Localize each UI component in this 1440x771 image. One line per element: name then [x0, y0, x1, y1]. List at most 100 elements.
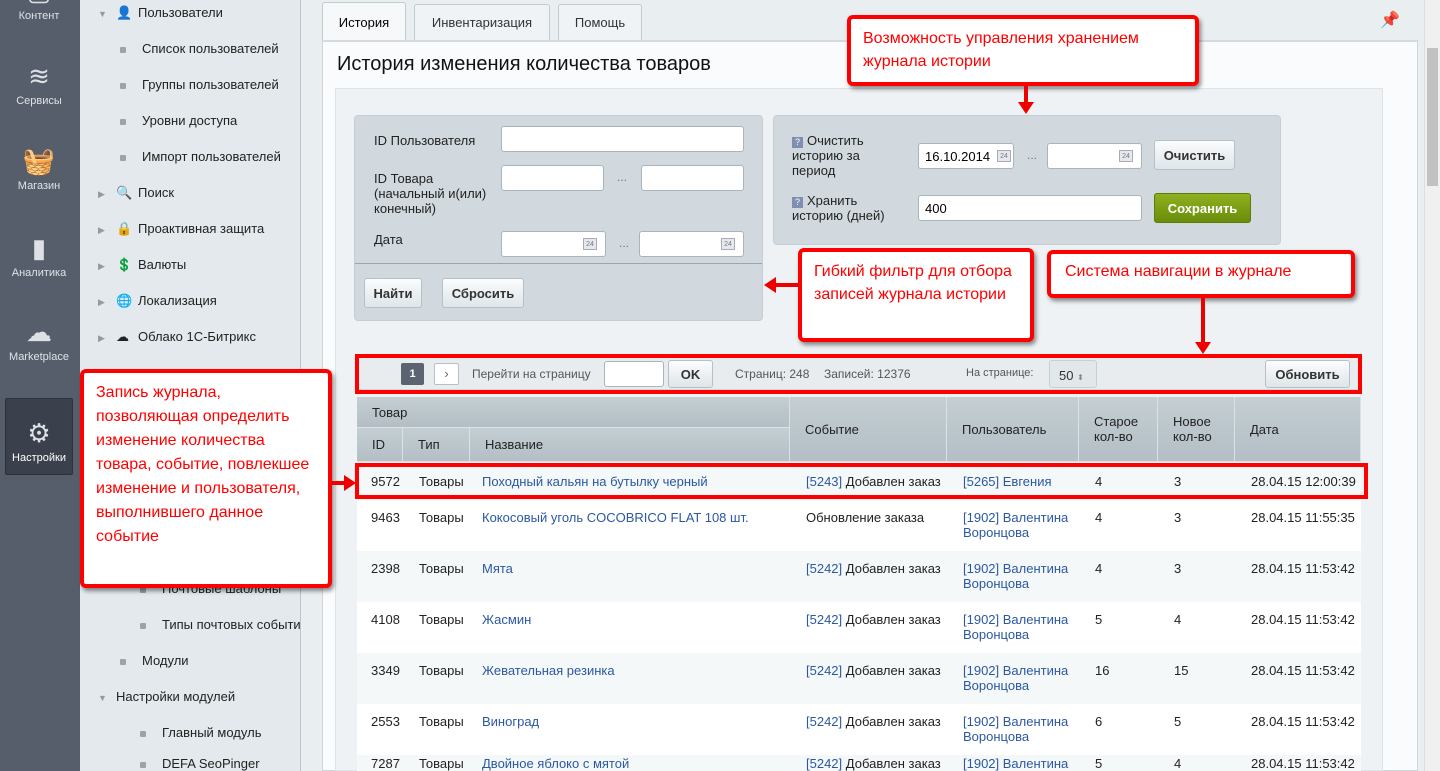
event-link[interactable]: [5242] — [806, 612, 842, 627]
reset-button[interactable]: Сбросить — [442, 278, 524, 308]
header-id[interactable]: ID — [357, 428, 403, 462]
calendar-icon[interactable]: 24 — [721, 238, 735, 250]
bullet-icon — [140, 730, 146, 737]
calendar-icon[interactable]: 24 — [1119, 150, 1133, 162]
app-analytics[interactable]: ▮ Аналитика — [5, 212, 73, 289]
table-row[interactable]: 3349 Товары Жевательная резинка [5242] Д… — [357, 653, 1361, 704]
sidebar-item[interactable]: ▶ 💲 Валюты — [98, 257, 186, 274]
event-link[interactable]: [5242] — [806, 663, 842, 678]
sidebar-item[interactable]: Импорт пользователей — [120, 149, 281, 164]
chevron-right-icon[interactable]: ▶ — [98, 187, 116, 202]
save-button[interactable]: Сохранить — [1154, 193, 1251, 223]
find-button[interactable]: Найти — [364, 278, 422, 308]
sidebar-item[interactable]: Модули — [120, 653, 189, 668]
divider — [355, 263, 762, 264]
table-row[interactable]: 9463 Товары Кокосовый уголь COCOBRICO FL… — [357, 500, 1361, 551]
help-icon[interactable]: ? — [792, 197, 803, 208]
lock-icon: 🔒 — [116, 221, 133, 236]
chevron-right-icon[interactable]: ▶ — [98, 259, 116, 274]
user-link[interactable]: [1902] Валентина Воронцова — [963, 612, 1081, 642]
table-row[interactable]: 4108 Товары Жасмин [5242] Добавлен заказ… — [357, 602, 1361, 653]
header-old-qty[interactable]: Старое кол-во — [1079, 397, 1158, 462]
sidebar-item[interactable]: ▶ 🔍 Поиск — [98, 185, 174, 202]
user-id-input[interactable] — [501, 126, 744, 152]
sidebar-item[interactable]: Главный модуль — [140, 725, 261, 740]
chevron-right-icon[interactable]: ▶ — [98, 295, 116, 310]
cell-old-qty: 16 — [1095, 663, 1110, 678]
user-link[interactable]: [1902] Валентина Воронцова — [963, 510, 1081, 540]
date-to-input[interactable]: 24 — [639, 231, 744, 257]
sidebar-item-label: Проактивная защита — [138, 221, 265, 236]
app-shop[interactable]: 🧺 Магазин — [5, 125, 73, 202]
calendar-icon[interactable]: 24 — [583, 238, 597, 250]
header-new-qty[interactable]: Новое кол-во — [1158, 397, 1235, 462]
event-link[interactable]: [5242] — [806, 714, 842, 729]
table-row[interactable]: 2398 Товары Мята [5242] Добавлен заказ [… — [357, 551, 1361, 602]
chevron-down-icon[interactable]: ▼ — [98, 7, 116, 22]
date-from-input[interactable]: 24 — [501, 231, 606, 257]
header-name[interactable]: Название — [470, 428, 790, 462]
app-marketplace[interactable]: ☁ Marketplace — [5, 296, 73, 373]
clear-to-input[interactable]: 24 — [1047, 143, 1142, 169]
chart-icon: ▮ — [31, 233, 47, 263]
chevron-right-icon[interactable]: ▶ — [98, 223, 116, 238]
product-link[interactable]: Двойное яблоко с мятой — [482, 757, 629, 771]
product-link[interactable]: Виноград — [482, 714, 539, 729]
tab-inventory[interactable]: Инвентаризация — [414, 4, 550, 40]
bullet-icon — [140, 761, 146, 768]
product-link[interactable]: Мята — [482, 561, 513, 576]
sidebar-item[interactable]: Список пользователей — [120, 41, 279, 56]
product-id-from-input[interactable] — [501, 165, 604, 191]
header-user[interactable]: Пользователь — [947, 397, 1079, 462]
event-text: Добавлен заказ — [842, 714, 941, 729]
cloud-icon: ☁ — [116, 329, 129, 344]
tab-history[interactable]: История — [322, 2, 406, 42]
event-link[interactable]: [5242] — [806, 756, 842, 771]
tab-help[interactable]: Помощь — [558, 4, 642, 40]
product-id-to-input[interactable] — [641, 165, 744, 191]
cell-new-qty: 3 — [1174, 561, 1182, 576]
event-link[interactable]: [5242] — [806, 561, 842, 576]
keep-days-input[interactable]: 400 — [918, 195, 1142, 221]
chevron-right-icon[interactable]: ▶ — [98, 331, 116, 346]
calendar-icon[interactable]: 24 — [997, 150, 1011, 162]
cell-type: Товары — [419, 561, 464, 576]
product-link[interactable]: Кокосовый уголь COCOBRICO FLAT 108 шт. — [482, 510, 749, 525]
product-link[interactable]: Жевательная резинка — [482, 663, 615, 678]
sidebar-item[interactable]: Типы почтовых событи — [140, 617, 301, 632]
sidebar-item[interactable]: Группы пользователей — [120, 77, 279, 92]
gear-icon: ⚙ — [27, 418, 51, 448]
sidebar-item[interactable]: ▶ ☁ Облако 1С-Битрикс — [98, 329, 256, 346]
sidebar-item[interactable]: Уровни доступа — [120, 113, 237, 128]
user-link[interactable]: [1902] Валентина — [963, 757, 1081, 771]
header-type[interactable]: Тип — [403, 428, 470, 462]
app-services[interactable]: ≋ Сервисы — [5, 40, 73, 117]
header-event[interactable]: Событие — [790, 397, 947, 462]
sidebar-item[interactable]: ▶ 🌐 Локализация — [98, 293, 217, 310]
sidebar-item[interactable]: ▼ 👤 Пользователи — [98, 5, 223, 22]
sidebar-item[interactable]: ▶ 🔒 Проактивная защита — [98, 221, 264, 238]
app-content[interactable]: ▢ Контент — [5, 0, 73, 32]
callout-navigation: Система навигации в журнале — [1047, 250, 1355, 298]
sidebar-item[interactable]: DEFA SeoPinger — [140, 756, 260, 771]
scrollbar-thumb[interactable] — [1427, 48, 1438, 186]
cell-old-qty: 5 — [1095, 756, 1103, 771]
callout-filter: Гибкий фильтр для отбора записей журнала… — [798, 248, 1034, 342]
chevron-down-icon[interactable]: ▼ — [98, 691, 116, 706]
table-row[interactable]: 2553 Товары Виноград [5242] Добавлен зак… — [357, 704, 1361, 755]
pin-icon[interactable]: 📌 — [1380, 10, 1400, 30]
arrow — [775, 283, 799, 287]
product-link[interactable]: Жасмин — [482, 612, 531, 627]
bullet-icon — [120, 118, 126, 125]
user-link[interactable]: [1902] Валентина Воронцова — [963, 714, 1081, 744]
clear-button[interactable]: Очистить — [1154, 140, 1235, 170]
app-settings[interactable]: ⚙ Настройки — [5, 398, 73, 475]
clear-from-input[interactable]: 16.10.2014 24 — [918, 143, 1014, 169]
content-icon: ▢ — [27, 0, 52, 4]
sidebar-item[interactable]: ▼ Настройки модулей — [98, 689, 235, 706]
header-date[interactable]: Дата — [1235, 397, 1361, 462]
user-link[interactable]: [1902] Валентина Воронцова — [963, 561, 1081, 591]
help-icon[interactable]: ? — [792, 137, 803, 148]
table-row[interactable]: 7287 Товары Двойное яблоко с мятой [5242… — [357, 755, 1361, 771]
user-link[interactable]: [1902] Валентина Воронцова — [963, 663, 1081, 693]
